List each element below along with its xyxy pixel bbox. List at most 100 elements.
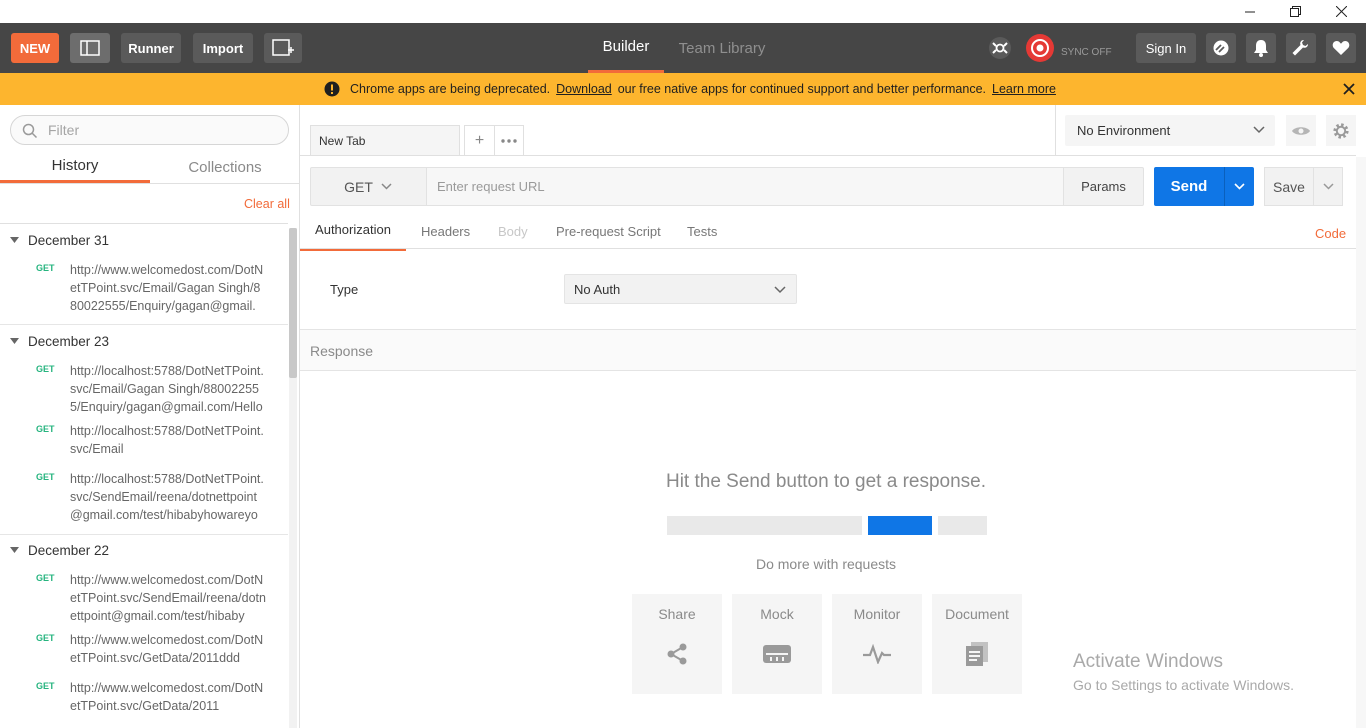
method-badge: GET bbox=[36, 681, 55, 691]
history-item[interactable]: GET http://localhost:5788/DotNetTPoint.s… bbox=[0, 362, 288, 418]
filter-input[interactable]: Filter bbox=[10, 115, 289, 145]
chevron-down-icon bbox=[774, 286, 786, 294]
tab-collections[interactable]: Collections bbox=[150, 151, 300, 183]
search-icon bbox=[22, 123, 38, 139]
environment-select[interactable]: No Environment bbox=[1065, 115, 1275, 146]
activation-watermark-subtitle: Go to Settings to activate Windows. bbox=[1073, 677, 1294, 693]
settings-button[interactable] bbox=[1286, 33, 1316, 63]
share-card[interactable]: Share bbox=[632, 594, 722, 694]
method-badge: GET bbox=[36, 573, 55, 583]
response-header: Response bbox=[300, 329, 1356, 371]
history-group-header[interactable]: December 23 bbox=[0, 328, 288, 354]
tab-team-library[interactable]: Team Library bbox=[672, 23, 772, 73]
share-icon bbox=[632, 640, 722, 668]
history-url: http://localhost:5788/DotNetTPoint.svc/S… bbox=[70, 472, 264, 522]
history-item[interactable]: GET http://localhost:5788/DotNetTPoint.s… bbox=[0, 470, 288, 526]
history-group-date: December 22 bbox=[28, 542, 110, 558]
sidebar-scrollbar-track[interactable] bbox=[289, 228, 297, 728]
auth-type-select[interactable]: No Auth bbox=[564, 274, 797, 304]
tab-options-button[interactable] bbox=[494, 125, 524, 156]
download-link[interactable]: Download bbox=[556, 82, 612, 96]
divider bbox=[0, 183, 300, 184]
history-url: http://www.welcomedost.com/DotNetTPoint.… bbox=[70, 633, 264, 665]
caret-down-icon bbox=[10, 338, 19, 344]
runner-button[interactable]: Runner bbox=[121, 33, 181, 63]
favorite-button[interactable] bbox=[1326, 33, 1356, 63]
tab-tests[interactable]: Tests bbox=[687, 211, 717, 251]
method-badge: GET bbox=[36, 364, 55, 374]
url-input[interactable]: Enter request URL bbox=[426, 168, 1063, 205]
bell-icon bbox=[1254, 40, 1268, 57]
gear-icon bbox=[1333, 122, 1349, 139]
method-badge: GET bbox=[36, 472, 55, 482]
sidebar-layout-icon bbox=[80, 40, 100, 56]
warning-icon bbox=[324, 81, 340, 97]
sync-status-icon[interactable] bbox=[1025, 33, 1055, 63]
method-value: GET bbox=[344, 178, 373, 195]
url-placeholder: Enter request URL bbox=[437, 179, 545, 194]
monitor-card[interactable]: Monitor bbox=[832, 594, 922, 694]
history-item[interactable]: GET http://www.welcomedost.com/DotNetTPo… bbox=[0, 261, 288, 317]
sign-in-button[interactable]: Sign In bbox=[1136, 33, 1196, 63]
response-hint: Hit the Send button to get a response. bbox=[665, 471, 987, 492]
history-item[interactable]: GET http://www.welcomedost.com/DotNetTPo… bbox=[0, 571, 288, 627]
mock-card[interactable]: Mock bbox=[732, 594, 822, 694]
tab-history[interactable]: History bbox=[0, 151, 150, 183]
tab-pre-request-script[interactable]: Pre-request Script bbox=[556, 211, 661, 251]
history-item[interactable]: GET http://www.welcomedost.com/DotNetTPo… bbox=[0, 631, 288, 671]
history-url: http://localhost:5788/DotNetTPoint.svc/E… bbox=[70, 424, 264, 456]
method-select[interactable]: GET bbox=[310, 167, 426, 206]
tab-builder[interactable]: Builder bbox=[588, 23, 664, 73]
history-item[interactable]: GET http://www.welcomedost.com/DotNetTPo… bbox=[0, 679, 288, 719]
mock-icon bbox=[732, 640, 822, 668]
restore-icon[interactable] bbox=[1272, 0, 1318, 23]
minimize-icon[interactable] bbox=[1227, 0, 1273, 23]
history-group-header[interactable]: December 31 bbox=[0, 227, 288, 253]
satellite-icon bbox=[1213, 40, 1229, 56]
environment-quick-look-button[interactable] bbox=[1286, 115, 1316, 146]
notifications-button[interactable] bbox=[1246, 33, 1276, 63]
sidebar: Filter History Collections Clear all Dec… bbox=[0, 105, 300, 728]
manage-environments-button[interactable] bbox=[1326, 115, 1356, 146]
save-options-button[interactable] bbox=[1314, 167, 1343, 206]
method-badge: GET bbox=[36, 263, 55, 273]
capture-button[interactable] bbox=[985, 33, 1015, 63]
card-label: Mock bbox=[760, 606, 794, 622]
placeholder-bar bbox=[667, 516, 862, 535]
sidebar-toggle-button[interactable] bbox=[70, 33, 110, 63]
interceptor-button[interactable] bbox=[1206, 33, 1236, 63]
new-window-button[interactable] bbox=[264, 33, 302, 63]
history-url: http://www.welcomedost.com/DotNetTPoint.… bbox=[70, 573, 266, 623]
heart-icon bbox=[1332, 41, 1350, 55]
learn-more-link[interactable]: Learn more bbox=[992, 82, 1056, 96]
card-label: Share bbox=[658, 606, 696, 622]
new-button[interactable]: NEW bbox=[11, 33, 59, 63]
method-badge: GET bbox=[36, 424, 55, 434]
code-link[interactable]: Code bbox=[1315, 213, 1346, 253]
tab-headers[interactable]: Headers bbox=[421, 211, 470, 251]
document-icon bbox=[932, 640, 1022, 668]
tab-authorization[interactable]: Authorization bbox=[300, 211, 406, 251]
history-group-header[interactable]: December 22 bbox=[0, 537, 288, 563]
history-group-date: December 23 bbox=[28, 333, 110, 349]
request-tab-label: New Tab bbox=[319, 134, 366, 148]
request-tab[interactable]: New Tab bbox=[310, 125, 460, 156]
send-button[interactable]: Send bbox=[1154, 167, 1224, 206]
plus-icon: + bbox=[474, 131, 485, 149]
main-scrollbar-track[interactable] bbox=[1356, 157, 1366, 728]
document-card[interactable]: Document bbox=[932, 594, 1022, 694]
clear-all-button[interactable]: Clear all bbox=[244, 197, 290, 211]
sync-status-label: SYNC OFF bbox=[1061, 47, 1112, 58]
add-tab-button[interactable]: + bbox=[464, 125, 495, 156]
sidebar-scrollbar-thumb[interactable] bbox=[289, 228, 297, 378]
close-icon[interactable] bbox=[1318, 0, 1364, 23]
history-item[interactable]: GET http://localhost:5788/DotNetTPoint.s… bbox=[0, 422, 288, 462]
chevron-down-icon bbox=[1322, 183, 1334, 190]
params-button[interactable]: Params bbox=[1063, 168, 1143, 205]
monitor-icon bbox=[832, 640, 922, 668]
save-button[interactable]: Save bbox=[1264, 167, 1314, 206]
banner-close-icon[interactable] bbox=[1342, 82, 1356, 96]
import-button[interactable]: Import bbox=[193, 33, 253, 63]
divider bbox=[0, 223, 288, 224]
send-options-button[interactable] bbox=[1224, 167, 1254, 206]
